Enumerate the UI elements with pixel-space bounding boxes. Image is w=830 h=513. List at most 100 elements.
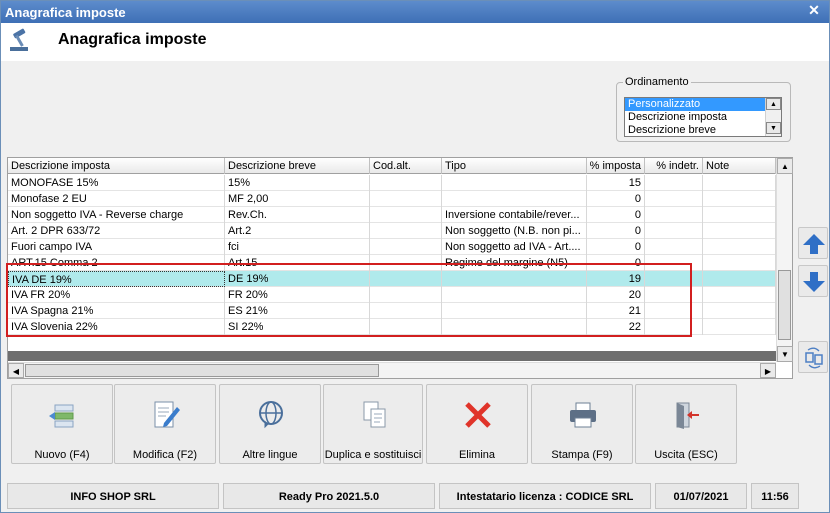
table-cell[interactable] bbox=[645, 175, 703, 191]
table-row[interactable]: IVA FR 20% FR 20% 20 bbox=[8, 287, 776, 303]
table-cell[interactable]: Art. 2 DPR 633/72 bbox=[8, 223, 225, 239]
uscita-button[interactable]: Uscita (ESC) bbox=[635, 384, 737, 464]
table-cell[interactable] bbox=[703, 175, 776, 191]
column-header[interactable]: % imposta bbox=[587, 158, 645, 174]
elimina-button[interactable]: Elimina bbox=[426, 384, 528, 464]
swap-button[interactable] bbox=[798, 341, 828, 373]
table-row[interactable]: Monofase 2 EU MF 2,00 0 bbox=[8, 191, 776, 207]
table-cell[interactable]: FR 20% bbox=[225, 287, 370, 303]
table-cell[interactable]: SI 22% bbox=[225, 319, 370, 335]
table-cell[interactable]: Fuori campo IVA bbox=[8, 239, 225, 255]
table-cell[interactable]: 0 bbox=[587, 223, 645, 239]
table-cell[interactable]: 0 bbox=[587, 207, 645, 223]
table-cell[interactable]: Regime del margine (N5) bbox=[442, 255, 587, 271]
ordinamento-option[interactable]: Descrizione breve bbox=[625, 124, 781, 137]
table-cell[interactable] bbox=[703, 255, 776, 271]
scroll-left-icon[interactable]: ◀ bbox=[8, 363, 24, 378]
column-header[interactable]: Descrizione imposta bbox=[8, 158, 225, 174]
move-up-button[interactable] bbox=[798, 227, 828, 259]
table-cell[interactable]: MF 2,00 bbox=[225, 191, 370, 207]
table-cell[interactable] bbox=[703, 319, 776, 335]
table-row[interactable]: IVA Spagna 21% ES 21% 21 bbox=[8, 303, 776, 319]
table-cell[interactable] bbox=[645, 255, 703, 271]
table-row[interactable]: Art. 2 DPR 633/72 Art.2 Non soggetto (N.B.… bbox=[8, 223, 776, 239]
table-cell[interactable]: IVA Spagna 21% bbox=[8, 303, 225, 319]
table-cell[interactable] bbox=[442, 191, 587, 207]
table-cell[interactable]: 15 bbox=[587, 175, 645, 191]
close-icon[interactable]: ✕ bbox=[807, 3, 821, 17]
modifica-button[interactable]: Modifica (F2) bbox=[114, 384, 216, 464]
move-down-button[interactable] bbox=[798, 265, 828, 297]
table-row[interactable]: MONOFASE 15% 15% 15 bbox=[8, 175, 776, 191]
table-cell[interactable] bbox=[645, 207, 703, 223]
table-cell[interactable]: ES 21% bbox=[225, 303, 370, 319]
table-cell[interactable]: 21 bbox=[587, 303, 645, 319]
table-row[interactable]: IVA Slovenia 22% SI 22% 22 bbox=[8, 319, 776, 335]
ordinamento-option[interactable]: Descrizione imposta bbox=[625, 111, 781, 124]
table-cell[interactable]: Art.2 bbox=[225, 223, 370, 239]
column-header[interactable]: Note bbox=[703, 158, 776, 174]
table-cell[interactable] bbox=[370, 255, 442, 271]
table-cell[interactable] bbox=[645, 271, 703, 287]
table-cell[interactable]: Inversione contabile/rever... bbox=[442, 207, 587, 223]
table-cell[interactable]: Non soggetto IVA - Reverse charge bbox=[8, 207, 225, 223]
table-cell[interactable]: 0 bbox=[587, 239, 645, 255]
table-cell[interactable] bbox=[370, 175, 442, 191]
scroll-thumb[interactable] bbox=[25, 364, 379, 377]
table-cell[interactable]: ART.15 Comma 2 bbox=[8, 255, 225, 271]
scroll-right-icon[interactable]: ▶ bbox=[760, 363, 776, 378]
column-header[interactable]: Tipo bbox=[442, 158, 587, 174]
column-header[interactable]: Cod.alt. bbox=[370, 158, 442, 174]
table-cell[interactable] bbox=[703, 191, 776, 207]
table-cell[interactable] bbox=[703, 287, 776, 303]
table-cell[interactable] bbox=[703, 239, 776, 255]
table-cell[interactable]: DE 19% bbox=[225, 271, 370, 287]
table-cell[interactable] bbox=[370, 207, 442, 223]
table-cell[interactable]: Non soggetto ad IVA - Art.... bbox=[442, 239, 587, 255]
table-cell[interactable] bbox=[703, 271, 776, 287]
table-row[interactable]: ART.15 Comma 2 Art.15 Regime del margine (… bbox=[8, 255, 776, 271]
table-cell[interactable]: 22 bbox=[587, 319, 645, 335]
scroll-down-icon[interactable]: ▼ bbox=[777, 346, 793, 362]
table-cell[interactable] bbox=[703, 303, 776, 319]
table-row[interactable]: Non soggetto IVA - Reverse charge Rev.Ch.… bbox=[8, 207, 776, 223]
table-row[interactable]: IVA DE 19% DE 19% 19 bbox=[8, 271, 776, 287]
table-cell[interactable] bbox=[370, 191, 442, 207]
table-cell[interactable]: 0 bbox=[587, 255, 645, 271]
duplica-button[interactable]: Duplica e sostituisci bbox=[323, 384, 423, 464]
grid-vertical-scrollbar[interactable]: ▲ ▼ bbox=[776, 158, 793, 362]
table-cell[interactable] bbox=[645, 287, 703, 303]
table-cell[interactable] bbox=[370, 239, 442, 255]
ordinamento-listbox[interactable]: Personalizzato Descrizione imposta Descr… bbox=[624, 97, 782, 137]
table-row[interactable]: Fuori campo IVA fci Non soggetto ad IVA - … bbox=[8, 239, 776, 255]
table-cell[interactable]: Non soggetto (N.B. non pi... bbox=[442, 223, 587, 239]
table-cell[interactable]: 19 bbox=[587, 271, 645, 287]
table-cell[interactable]: 15% bbox=[225, 175, 370, 191]
table-cell[interactable] bbox=[442, 175, 587, 191]
ordinamento-option[interactable]: Personalizzato bbox=[625, 98, 766, 111]
scroll-thumb[interactable] bbox=[778, 270, 791, 340]
table-cell[interactable] bbox=[370, 271, 442, 287]
table-cell[interactable]: Art.15 bbox=[225, 255, 370, 271]
table-cell[interactable]: Rev.Ch. bbox=[225, 207, 370, 223]
table-cell[interactable] bbox=[370, 223, 442, 239]
table-cell[interactable] bbox=[703, 207, 776, 223]
table-cell[interactable]: IVA DE 19% bbox=[8, 271, 225, 287]
table-cell[interactable] bbox=[645, 223, 703, 239]
grid-horizontal-scrollbar[interactable]: ◀ ▶ bbox=[8, 362, 776, 378]
table-cell[interactable]: 0 bbox=[587, 191, 645, 207]
column-header[interactable]: % indetr. bbox=[645, 158, 703, 174]
table-cell[interactable]: fci bbox=[225, 239, 370, 255]
column-header[interactable]: Descrizione breve bbox=[225, 158, 370, 174]
scroll-down-icon[interactable]: ▼ bbox=[766, 122, 781, 134]
ordinamento-scrollbar[interactable]: ▲ ▼ bbox=[765, 98, 781, 136]
table-cell[interactable] bbox=[442, 303, 587, 319]
table-cell[interactable] bbox=[370, 319, 442, 335]
table-cell[interactable] bbox=[442, 287, 587, 303]
table-cell[interactable] bbox=[645, 191, 703, 207]
table-cell[interactable] bbox=[442, 271, 587, 287]
nuovo-button[interactable]: Nuovo (F4) bbox=[11, 384, 113, 464]
scroll-up-icon[interactable]: ▲ bbox=[766, 98, 781, 110]
table-cell[interactable] bbox=[703, 223, 776, 239]
scroll-up-icon[interactable]: ▲ bbox=[777, 158, 793, 174]
